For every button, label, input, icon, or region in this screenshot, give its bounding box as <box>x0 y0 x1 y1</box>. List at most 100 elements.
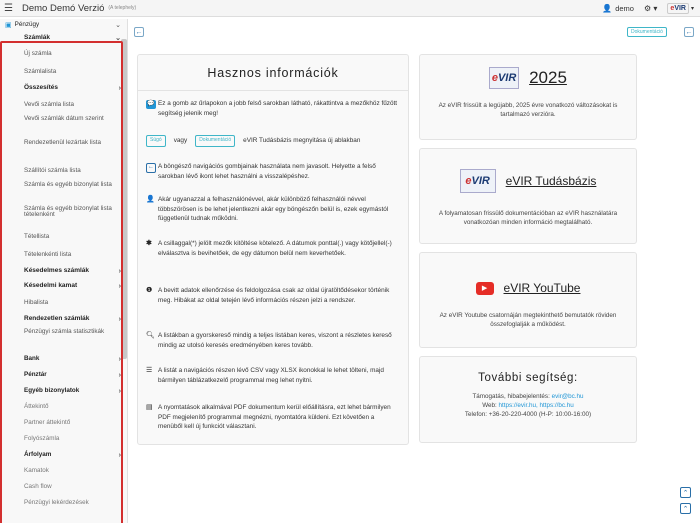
sidebar-item[interactable]: Számlalista <box>0 63 127 81</box>
sidebar-item-label: Bank <box>24 354 40 362</box>
sidebar-item[interactable]: Késedelmi kamat › <box>0 279 127 294</box>
sidebar-scrollbar[interactable] <box>121 39 127 359</box>
sidebar-item-label: Szállítói számla lista <box>24 166 81 174</box>
sidebar-item-label: Pénzügyi számla statisztikák <box>24 328 105 335</box>
info-row-login: 👤 Akár ugyanazzal a felhasználónévvel, a… <box>146 195 400 224</box>
sidebar-item-label: Számla és egyéb bizonylat lista <box>24 181 112 188</box>
user-icon: 👤 <box>146 196 155 203</box>
update-text: Az eVIR frissült a legújabb, 2025 évre v… <box>438 102 618 119</box>
help-support-label: Támogatás, hibabejelentés: <box>472 393 552 400</box>
sidebar-root-label: Pénzügy <box>14 21 40 29</box>
sidebar-item[interactable]: Késedelmes számlák › <box>0 264 127 279</box>
chevron-right-icon: › <box>118 451 121 459</box>
info-text: A böngésző navigációs gombjainak használ… <box>158 163 376 180</box>
youtube-text: Az eVIR Youtube csatornáján megtekinthet… <box>439 312 617 329</box>
user-name: demo <box>615 3 634 13</box>
sidebar-item[interactable]: Egyéb bizonylatok › <box>0 383 127 399</box>
back-button[interactable]: ← <box>134 27 144 37</box>
sidebar-item[interactable]: Rendezetlenül lezártak lista <box>0 138 127 162</box>
folder-icon: ▣ <box>5 22 12 29</box>
app-title: Demo Demó Verzió <box>22 2 105 14</box>
help-web-label: Web: <box>482 402 499 410</box>
sidebar: ▣ Pénzügy ⌄ Számlák ⌄ Új számla Számlalis… <box>0 19 128 523</box>
scroll-top-button[interactable]: ⌃ <box>680 503 691 514</box>
asterisk-icon: ✱ <box>146 240 152 247</box>
or-text: vagy <box>173 136 188 144</box>
sidebar-item-label: Késedelmes számlák <box>24 267 90 275</box>
sidebar-root[interactable]: ▣ Pénzügy ⌄ <box>0 19 127 32</box>
sidebar-item-label: Vevői számlák dátum szerint <box>24 115 104 122</box>
sidebar-item[interactable]: Árfolyam › <box>0 447 127 463</box>
info-text: A bevitt adatok ellenőrzése és feldolgoz… <box>158 287 390 304</box>
sidebar-item[interactable]: Vevői számla lista <box>0 96 127 114</box>
sidebar-item[interactable]: Pénzügyi számla statisztikák <box>0 327 127 351</box>
sidebar-item-label: Számla és egyéb bizonylat lista tételenk… <box>24 205 112 219</box>
sidebar-item-label: Vevői számla lista <box>24 100 75 108</box>
user-icon: 👤 <box>602 3 613 13</box>
sidebar-item[interactable]: Összesítés › <box>0 81 127 96</box>
sidebar-item[interactable]: Számla és egyéb bizonylat lista <box>0 180 127 204</box>
update-title[interactable]: 2025 <box>529 68 567 88</box>
evir-logo-icon: e VIR <box>459 169 496 193</box>
sidebar-item[interactable]: Vevői számlák dátum szerint <box>0 114 127 138</box>
sidebar-item-label: Rendezetlenül lezártak lista <box>24 139 102 146</box>
menu-icon[interactable]: ☰ <box>4 3 18 14</box>
sidebar-item[interactable]: Tétellista <box>0 228 127 246</box>
scroll-up-button[interactable]: ⌃ <box>680 487 691 498</box>
web-links[interactable]: https://evir.hu, https://bc.hu <box>499 402 574 409</box>
info-text: eVIR Tudásbázis megnyitása új ablakban <box>243 136 361 144</box>
sidebar-item-label: Kamatok <box>24 466 49 474</box>
knowledge-base-link[interactable]: eVIR Tudásbázis <box>506 174 597 188</box>
sidebar-item[interactable]: Folyószámla <box>0 431 127 447</box>
info-row-help: 💬 Ez a gomb az űrlapokon a jobb felső sa… <box>146 99 400 118</box>
help-web-line: Web: https://evir.hu, https://bc.hu <box>420 401 636 410</box>
sidebar-section-label: Számlák <box>24 34 51 42</box>
sidebar-item-label: Új számla <box>24 49 52 57</box>
sidebar-item-label: Összesítés <box>24 84 58 92</box>
chevron-right-icon: › <box>118 371 121 379</box>
info-text: A csillaggal(*) jelölt mezők kitöltése k… <box>158 240 392 257</box>
info-row-export: ☰ A listát a navigációs részen lévő CSV … <box>146 366 400 385</box>
sidebar-item-label: Cash flow <box>24 482 52 490</box>
sidebar-item[interactable]: Pénztár › <box>0 367 127 383</box>
documentation-button[interactable]: Dokumentáció <box>627 27 667 37</box>
evir-logo-menu[interactable]: e VIR ▾ <box>667 2 694 14</box>
update-card: e VIR 2025 Az eVIR frissült a legújabb, 2… <box>419 54 637 140</box>
doc-pill: Dokumentáció <box>195 135 236 147</box>
sidebar-item[interactable]: Hibalista <box>0 294 127 312</box>
sidebar-item[interactable]: Pénzügyi lekérdezések <box>0 495 127 511</box>
youtube-icon: ▶ <box>475 281 494 295</box>
evir-logo-icon: e VIR <box>667 2 689 14</box>
sidebar-item[interactable]: Szállítói számla lista <box>0 162 127 180</box>
knowledge-base-text: A folyamatosan frissülő dokumentációban … <box>438 210 618 227</box>
list-icon: ☰ <box>146 367 153 374</box>
youtube-link[interactable]: eVIR YouTube <box>504 281 581 295</box>
sidebar-item-label: Árfolyam <box>24 450 52 458</box>
top-bar: ☰ Demo Demó Verzió (A telephely) 👤 demo … <box>0 0 700 17</box>
support-email-link[interactable]: evir@bc.hu <box>552 393 584 400</box>
info-text: A listákban a gyorskereső mindig a telje… <box>158 332 392 349</box>
settings-menu[interactable]: ⚙ ▾ <box>644 4 657 13</box>
sidebar-item[interactable]: Partner áttekintő <box>0 415 127 431</box>
back-button-right[interactable]: ← <box>684 27 694 37</box>
app-subtitle: (A telephely) <box>108 5 137 11</box>
sidebar-item-label: Számlalista <box>24 67 57 75</box>
sidebar-item-label: Pénztár <box>24 370 47 378</box>
sidebar-item[interactable]: Új számla <box>0 45 127 63</box>
sidebar-item-label: Partner áttekintő <box>24 418 71 426</box>
sidebar-item[interactable]: Bank › <box>0 351 127 367</box>
help-card: További segítség: Támogatás, hibabejelen… <box>419 356 637 443</box>
info-text: A nyomtatások alkalmával PDF dokumentum … <box>158 404 391 431</box>
sidebar-item[interactable]: Számla és egyéb bizonylat lista tételenk… <box>0 204 127 228</box>
sidebar-item[interactable]: Tételenkénti lista <box>0 246 127 264</box>
sidebar-section[interactable]: Számlák ⌄ <box>0 32 127 45</box>
sidebar-item[interactable]: Áttekintő <box>0 399 127 415</box>
evir-logo-icon: e VIR <box>489 67 520 89</box>
info-row-required: ✱ A csillaggal(*) jelölt mezők kitöltése… <box>146 239 400 258</box>
sidebar-item[interactable]: Cash flow <box>0 479 127 495</box>
info-row-validation: ❶ A bevitt adatok ellenőrzése és feldolg… <box>146 286 400 305</box>
sidebar-item[interactable]: Kamatok <box>0 463 127 479</box>
sidebar-item[interactable]: Rendezetlen számlák › <box>0 312 127 327</box>
user-menu[interactable]: 👤 demo <box>602 4 634 13</box>
info-row-docs: Súgó vagy Dokumentáció eVIR Tudásbázis m… <box>146 135 400 147</box>
